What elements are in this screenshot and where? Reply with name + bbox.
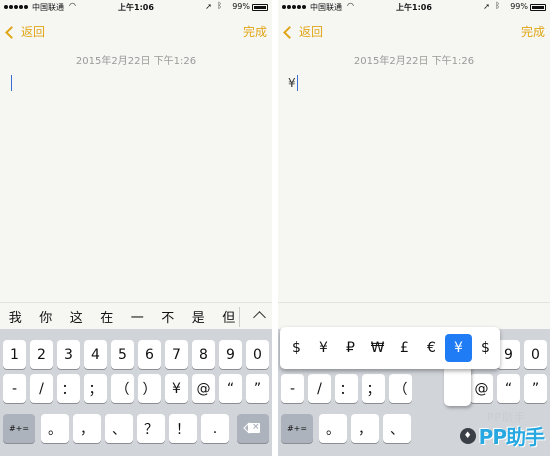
symbols-mode-key[interactable]: #+=	[281, 414, 313, 443]
key[interactable]: @	[192, 374, 215, 403]
key[interactable]: 8	[192, 340, 215, 369]
key[interactable]: /	[30, 374, 53, 403]
watermark-main-text: PP助手	[478, 425, 545, 449]
key[interactable]: ，	[73, 414, 101, 443]
key[interactable]: 、	[105, 414, 133, 443]
key[interactable]: @	[470, 374, 493, 403]
currency-option[interactable]: €	[418, 334, 445, 362]
key[interactable]: ：	[335, 374, 358, 403]
key[interactable]: “	[219, 374, 242, 403]
key[interactable]: 4	[84, 340, 107, 369]
status-time: 上午1:06	[118, 3, 154, 12]
key[interactable]: ）	[138, 374, 161, 403]
typed-text: ¥	[288, 76, 296, 90]
battery-icon	[252, 4, 268, 11]
candidate[interactable]: 我	[0, 307, 31, 326]
nav-bar: 返回 完成	[278, 16, 550, 46]
back-label: 返回	[299, 25, 324, 39]
currency-option[interactable]: ₽	[337, 334, 364, 362]
candidate-bar: 我 你 这 在 一 不 是 但	[0, 302, 272, 329]
key[interactable]: 9	[219, 340, 242, 369]
bluetooth-icon: ᛒ	[217, 1, 222, 10]
done-button[interactable]: 完成	[243, 23, 267, 40]
key[interactable]: 2	[30, 340, 53, 369]
note-date: 2015年2月22日 下午1:26	[353, 56, 475, 67]
logo-circle-icon: ♦	[459, 427, 476, 444]
status-bar: 中国联通 ◠ 上午1:06 ➚ ᛒ 99%	[0, 0, 272, 16]
status-time: 上午1:06	[396, 3, 432, 12]
currency-popup-stem	[444, 366, 471, 406]
key[interactable]: ？	[137, 414, 165, 443]
key[interactable]: 。	[41, 414, 69, 443]
location-arrow-icon: ➚	[205, 2, 212, 11]
currency-option[interactable]: $	[283, 334, 310, 362]
currency-popup: $ ¥ ₽ ₩ £ € ¥ $	[280, 327, 500, 369]
key[interactable]: （	[111, 374, 134, 403]
keyboard: 1 2 3 4 5 6 7 8 9 0 - / ： ； （ ） ¥ @ “ ” …	[0, 329, 272, 456]
key[interactable]: ：	[57, 374, 80, 403]
key[interactable]: 5	[111, 340, 134, 369]
bluetooth-icon: ᛒ	[495, 1, 500, 10]
chevron-left-icon	[5, 25, 18, 39]
battery-percent: 99%	[510, 2, 528, 11]
symbols-mode-key[interactable]: #+=	[3, 414, 35, 443]
key[interactable]: ；	[362, 374, 385, 403]
candidate-bar	[278, 302, 550, 329]
key[interactable]: ¥	[165, 374, 188, 403]
key[interactable]: “	[497, 374, 520, 403]
chevron-left-icon	[283, 25, 296, 39]
nav-bar: 返回 完成	[0, 16, 272, 46]
left-screen: 中国联通 ◠ 上午1:06 ➚ ᛒ 99% 返回 完成 2015年2月22日 下…	[0, 0, 272, 456]
key[interactable]: -	[3, 374, 26, 403]
candidate[interactable]: 一	[122, 307, 153, 326]
battery-percent: 99%	[232, 2, 250, 11]
key[interactable]: （	[389, 374, 412, 403]
currency-option-selected[interactable]: ¥	[445, 334, 472, 362]
currency-option[interactable]: $	[472, 334, 499, 362]
key[interactable]: ”	[246, 374, 269, 403]
battery-icon	[530, 4, 546, 11]
key[interactable]: 1	[3, 340, 26, 369]
chevron-up-icon[interactable]	[253, 311, 266, 324]
currency-option[interactable]: ₩	[364, 334, 391, 362]
key[interactable]: ！	[169, 414, 197, 443]
right-screen: 中国联通 ◠ 上午1:06 ➚ ᛒ 99% 返回 完成 2015年2月22日 下…	[278, 0, 550, 456]
candidate[interactable]: 不	[153, 307, 184, 326]
key[interactable]: 0	[524, 340, 547, 369]
key[interactable]: 0	[246, 340, 269, 369]
key[interactable]: ”	[524, 374, 547, 403]
key[interactable]: 7	[165, 340, 188, 369]
back-button[interactable]: 返回	[5, 23, 46, 40]
key[interactable]: 6	[138, 340, 161, 369]
key[interactable]: /	[308, 374, 331, 403]
currency-option[interactable]: £	[391, 334, 418, 362]
key[interactable]: ；	[84, 374, 107, 403]
note-date: 2015年2月22日 下午1:26	[75, 56, 197, 67]
key[interactable]: .	[201, 414, 229, 443]
key[interactable]: 9	[497, 340, 520, 369]
text-cursor	[11, 75, 12, 91]
back-label: 返回	[21, 25, 46, 39]
currency-option[interactable]: ¥	[310, 334, 337, 362]
key[interactable]: 。	[319, 414, 347, 443]
back-button[interactable]: 返回	[283, 23, 324, 40]
delete-key[interactable]: ×	[237, 414, 269, 443]
watermark-top-text: PP助手	[486, 411, 526, 424]
status-bar: 中国联通 ◠ 上午1:06 ➚ ᛒ 99%	[278, 0, 550, 16]
key[interactable]: -	[281, 374, 304, 403]
candidate[interactable]: 在	[92, 307, 123, 326]
key[interactable]: 、	[383, 414, 411, 443]
candidate-divider	[239, 307, 240, 327]
candidate[interactable]: 这	[61, 307, 92, 326]
key[interactable]: 3	[57, 340, 80, 369]
text-cursor	[297, 75, 298, 91]
delete-backspace-icon: ×	[245, 422, 261, 434]
watermark-logo: PP助手 ♦ PP助手	[459, 411, 545, 450]
location-arrow-icon: ➚	[483, 2, 490, 11]
done-button[interactable]: 完成	[521, 23, 545, 40]
candidate[interactable]: 是	[183, 307, 214, 326]
key[interactable]: ，	[351, 414, 379, 443]
candidate[interactable]: 你	[31, 307, 62, 326]
